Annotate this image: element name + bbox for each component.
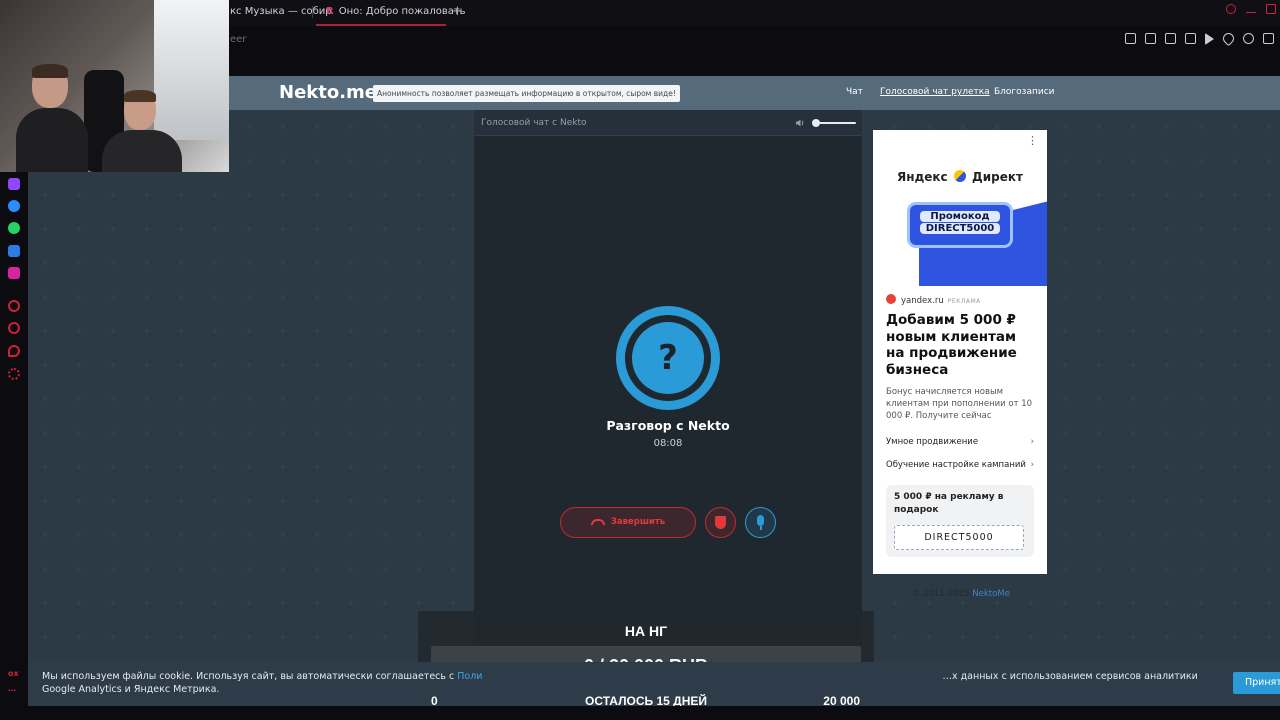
new-tab-button[interactable]: + (452, 4, 463, 19)
voice-chat-header: Голосовой чат с Nekto (474, 110, 862, 136)
settings-icon[interactable] (8, 368, 20, 380)
search-icon[interactable] (1226, 4, 1236, 14)
nav-blog[interactable]: Блогозаписи (994, 87, 1055, 97)
address-text[interactable]: eer (230, 34, 246, 45)
twitch-icon[interactable] (8, 178, 20, 190)
streamer-2 (102, 90, 182, 172)
webcam-overlay (0, 0, 229, 172)
ad-promo-box: 5 000 ₽ на рекламу в подарок DIRECT5000 (886, 485, 1034, 557)
nav-voice-roulette[interactable]: Голосовой чат рулетка (880, 87, 990, 97)
copyright-link[interactable]: NektoMe (972, 589, 1010, 599)
chevron-right-icon: › (1030, 460, 1034, 470)
ad-banner[interactable]: Яндекс Директ Промокод DIRECT5000 (873, 130, 1047, 286)
whatsapp-icon[interactable] (8, 222, 20, 234)
end-call-button[interactable]: Завершить (560, 507, 696, 538)
question-mark-icon: ? (632, 322, 704, 394)
site-favicon-icon: R (326, 6, 334, 17)
nav-chat[interactable]: Чат (846, 87, 863, 97)
ad-link-smart-promotion[interactable]: Умное продвижение › (886, 437, 1034, 447)
pin-icon[interactable] (1125, 33, 1136, 44)
download-icon[interactable] (1263, 33, 1274, 44)
play-icon[interactable] (1205, 33, 1214, 45)
target-icon[interactable] (8, 300, 20, 312)
box-icon[interactable] (1185, 33, 1196, 44)
heart-icon[interactable] (1220, 30, 1237, 47)
clock-icon[interactable] (8, 322, 20, 334)
site-tagline: Анонимность позволяет размещать информац… (373, 85, 680, 102)
sidebar-bottom-label[interactable]: ox (8, 669, 19, 678)
microphone-icon (757, 515, 764, 526)
cookie-text: Мы используем файлы cookie. Используя са… (42, 671, 1198, 695)
bottom-strip (0, 706, 1280, 720)
more-icon[interactable]: ⋯ (8, 686, 16, 695)
end-call-label: Завершить (610, 517, 666, 527)
ad-headline[interactable]: Добавим 5 000 ₽ новым клиентам на продви… (886, 312, 1036, 378)
shield-icon (715, 516, 726, 529)
yandex-logo-icon (953, 170, 966, 182)
ad-menu-icon[interactable]: ⋮ (1027, 134, 1038, 147)
report-button[interactable] (705, 507, 736, 538)
partner-avatar: ? (616, 306, 720, 410)
volume-icon[interactable] (795, 118, 805, 128)
yandex-icon (886, 294, 896, 304)
ad-promo-code[interactable]: DIRECT5000 (894, 525, 1024, 550)
privacy-policy-link[interactable]: Поли (457, 671, 482, 682)
ad-link-campaign-training[interactable]: Обучение настройке кампаний › (886, 460, 1034, 470)
screenshot-icon[interactable] (1145, 33, 1156, 44)
tab-yandex-music[interactable]: кс Музыка — собир (230, 6, 332, 17)
streamer-1 (16, 64, 88, 172)
ad-brand: Яндекс Директ (897, 170, 1023, 184)
site-header: Nekto.me Анонимность позволяет размещать… (229, 76, 1280, 110)
call-timer: 08:08 (653, 438, 683, 449)
phone-hangup-icon (590, 518, 605, 525)
browser-toolbar (1125, 30, 1274, 47)
instagram-icon[interactable] (8, 267, 20, 279)
tab-ono[interactable]: R Оно: Добро пожаловать (326, 6, 466, 17)
site-logo[interactable]: Nekto.me (279, 82, 377, 103)
chevron-right-icon: › (1030, 437, 1034, 447)
messenger-icon[interactable] (8, 200, 20, 212)
minimize-icon[interactable] (1246, 12, 1256, 13)
profile-icon[interactable] (1243, 33, 1254, 44)
chat-icon[interactable] (8, 345, 20, 357)
copyright: © 2011-2025 NektoMe (912, 589, 1010, 599)
conversation-title: Разговор с Nekto (606, 418, 730, 433)
extension-icon[interactable] (1165, 33, 1176, 44)
ad-promo-badge: Промокод DIRECT5000 (907, 202, 1013, 248)
ad-text: Бонус начисляется новым клиентам при поп… (886, 387, 1033, 421)
advertisement[interactable]: Яндекс Директ Промокод DIRECT5000 ⋮ yand… (873, 130, 1047, 574)
volume-slider-thumb[interactable] (812, 119, 821, 127)
donation-title: НА НГ (624, 623, 668, 639)
ad-source[interactable]: yandex.ru РЕКЛАМА (886, 294, 981, 306)
window-controls (1226, 4, 1276, 14)
vk-icon[interactable] (8, 245, 20, 257)
voice-chat-title: Голосовой чат с Nekto (481, 118, 587, 128)
maximize-icon[interactable] (1266, 4, 1276, 14)
browser-sidebar: ox ⋯ (0, 172, 28, 720)
mute-mic-button[interactable] (745, 507, 776, 538)
cookie-accept-button[interactable]: Принять (1233, 672, 1280, 694)
